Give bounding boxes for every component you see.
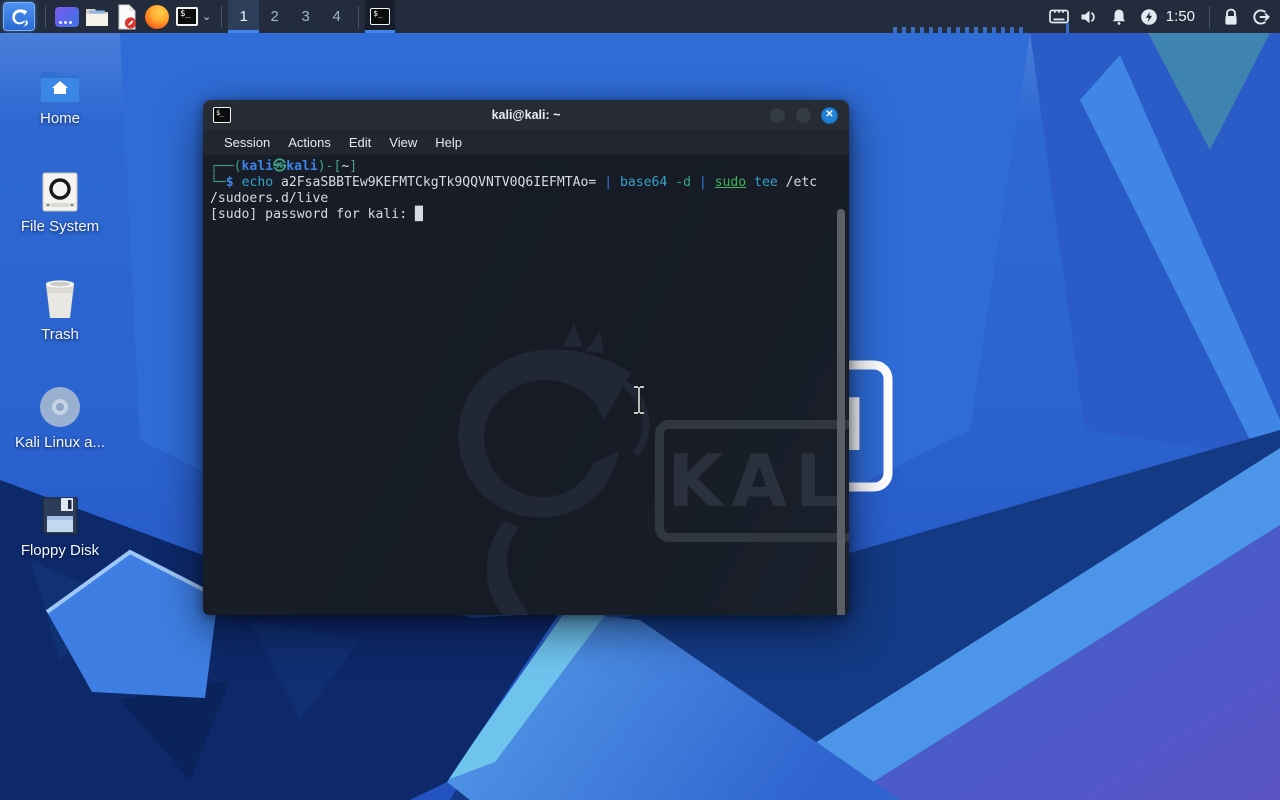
logout-icon <box>1252 8 1270 25</box>
desktop: KALI Home File System <box>0 0 1280 800</box>
hard-drive-icon <box>8 164 112 212</box>
terminal-line: /sudoers.d/live <box>210 191 329 206</box>
desktop-icon-label: Floppy Disk <box>20 542 100 559</box>
mouse-cursor-ibeam <box>634 385 644 415</box>
home-folder-icon <box>8 56 112 104</box>
system-tray: 1:50 <box>1044 0 1280 33</box>
terminal-content[interactable]: KALI ┌──(kali㉿kali)-[~]└─$ echo a2FsaSBB… <box>203 155 849 615</box>
power-manager-icon <box>1140 8 1157 25</box>
wallpaper-artifact <box>893 27 1023 33</box>
cd-rom-icon <box>8 380 112 428</box>
workspace-4[interactable]: 4 <box>321 0 352 33</box>
workspace-3[interactable]: 3 <box>290 0 321 33</box>
window-controls: ✕ <box>769 106 838 124</box>
desktop-icon-label: Kali Linux a... <box>14 434 106 451</box>
workspace-1[interactable]: 1 <box>228 0 260 33</box>
panel-separator <box>1209 5 1210 28</box>
virtual-desktop-icon <box>55 6 79 27</box>
menu-help[interactable]: Help <box>426 135 471 150</box>
window-menubar: Session Actions Edit View Help <box>203 130 849 155</box>
wallpaper-artifact <box>1066 23 1069 33</box>
keyboard-indicator[interactable] <box>1044 0 1074 33</box>
kali-logo-icon <box>12 8 28 27</box>
terminal-line: └─$ echo a2FsaSBBTEw9KEFMTCkgTk9QQVNTV0Q… <box>210 175 818 190</box>
panel-separator <box>45 5 46 28</box>
trash-icon <box>8 272 112 320</box>
firefox-launcher[interactable] <box>142 2 172 31</box>
chevron-down-icon[interactable]: ⌄ <box>202 10 211 23</box>
desktop-icon-label: File System <box>20 218 100 235</box>
window-titlebar[interactable]: $_ kali@kali: ~ ✕ <box>203 100 849 130</box>
kali-text-watermark: KALI <box>667 439 849 523</box>
desktop-icon-label: Home <box>39 110 80 127</box>
desktop-icon-label: Trash <box>41 326 79 343</box>
menu-edit[interactable]: Edit <box>340 135 380 150</box>
close-button[interactable]: ✕ <box>821 106 838 124</box>
virtual-desktop-launcher[interactable] <box>52 2 82 31</box>
floppy-disk-icon <box>8 488 112 536</box>
menu-actions[interactable]: Actions <box>279 135 340 150</box>
notifications[interactable] <box>1104 0 1134 33</box>
taskbar-terminal-window-button[interactable]: $_ <box>365 0 396 33</box>
desktop-icon-floppy[interactable]: Floppy Disk <box>8 488 112 559</box>
kali-dragon-watermark <box>458 323 650 615</box>
power-manager[interactable] <box>1134 0 1164 33</box>
desktop-icon-file-system[interactable]: File System <box>8 164 112 235</box>
terminal-launcher[interactable]: $_ <box>172 2 202 31</box>
maximize-button[interactable] <box>795 106 812 124</box>
file-manager-launcher[interactable] <box>82 2 112 31</box>
panel-separator <box>358 5 360 28</box>
file-manager-icon <box>86 8 108 26</box>
desktop-icon-home[interactable]: Home <box>8 56 112 127</box>
terminal-output: ┌──(kali㉿kali)-[~] └─$ echo a2FsaSBBTEw9K… <box>210 159 835 223</box>
lock-icon <box>1225 8 1237 25</box>
terminal-icon: $_ <box>370 8 391 25</box>
window-title: kali@kali: ~ <box>491 108 561 122</box>
logout-button[interactable] <box>1246 0 1276 33</box>
top-panel: $_ ⌄ 1 2 3 4 $_ 1:50 <box>0 0 1280 33</box>
screen-lock-button[interactable] <box>1216 0 1246 33</box>
applications-menu-button[interactable] <box>3 2 35 31</box>
panel-separator <box>221 5 223 28</box>
menu-session[interactable]: Session <box>215 135 279 150</box>
terminal-window: $_ kali@kali: ~ ✕ Session Actions Edit V… <box>203 100 849 615</box>
clock[interactable]: 1:50 <box>1164 8 1203 25</box>
desktop-icon-trash[interactable]: Trash <box>8 272 112 343</box>
minimize-button[interactable] <box>769 106 786 124</box>
firefox-icon <box>145 4 169 29</box>
bell-icon <box>1112 9 1125 25</box>
workspace-2[interactable]: 2 <box>259 0 290 33</box>
volume-control[interactable] <box>1074 0 1104 33</box>
text-editor-icon <box>118 4 137 29</box>
scrollbar-thumb[interactable] <box>837 209 845 615</box>
volume-icon <box>1081 10 1095 23</box>
terminal-line: ┌──(kali㉿kali)-[~] <box>210 159 358 174</box>
text-editor-launcher[interactable] <box>112 2 142 31</box>
menu-view[interactable]: View <box>380 135 426 150</box>
terminal-line: [sudo] password for kali: █ <box>210 207 423 222</box>
terminal-icon: $_ <box>176 7 198 26</box>
desktop-icon-kali-cd[interactable]: Kali Linux a... <box>8 380 112 451</box>
